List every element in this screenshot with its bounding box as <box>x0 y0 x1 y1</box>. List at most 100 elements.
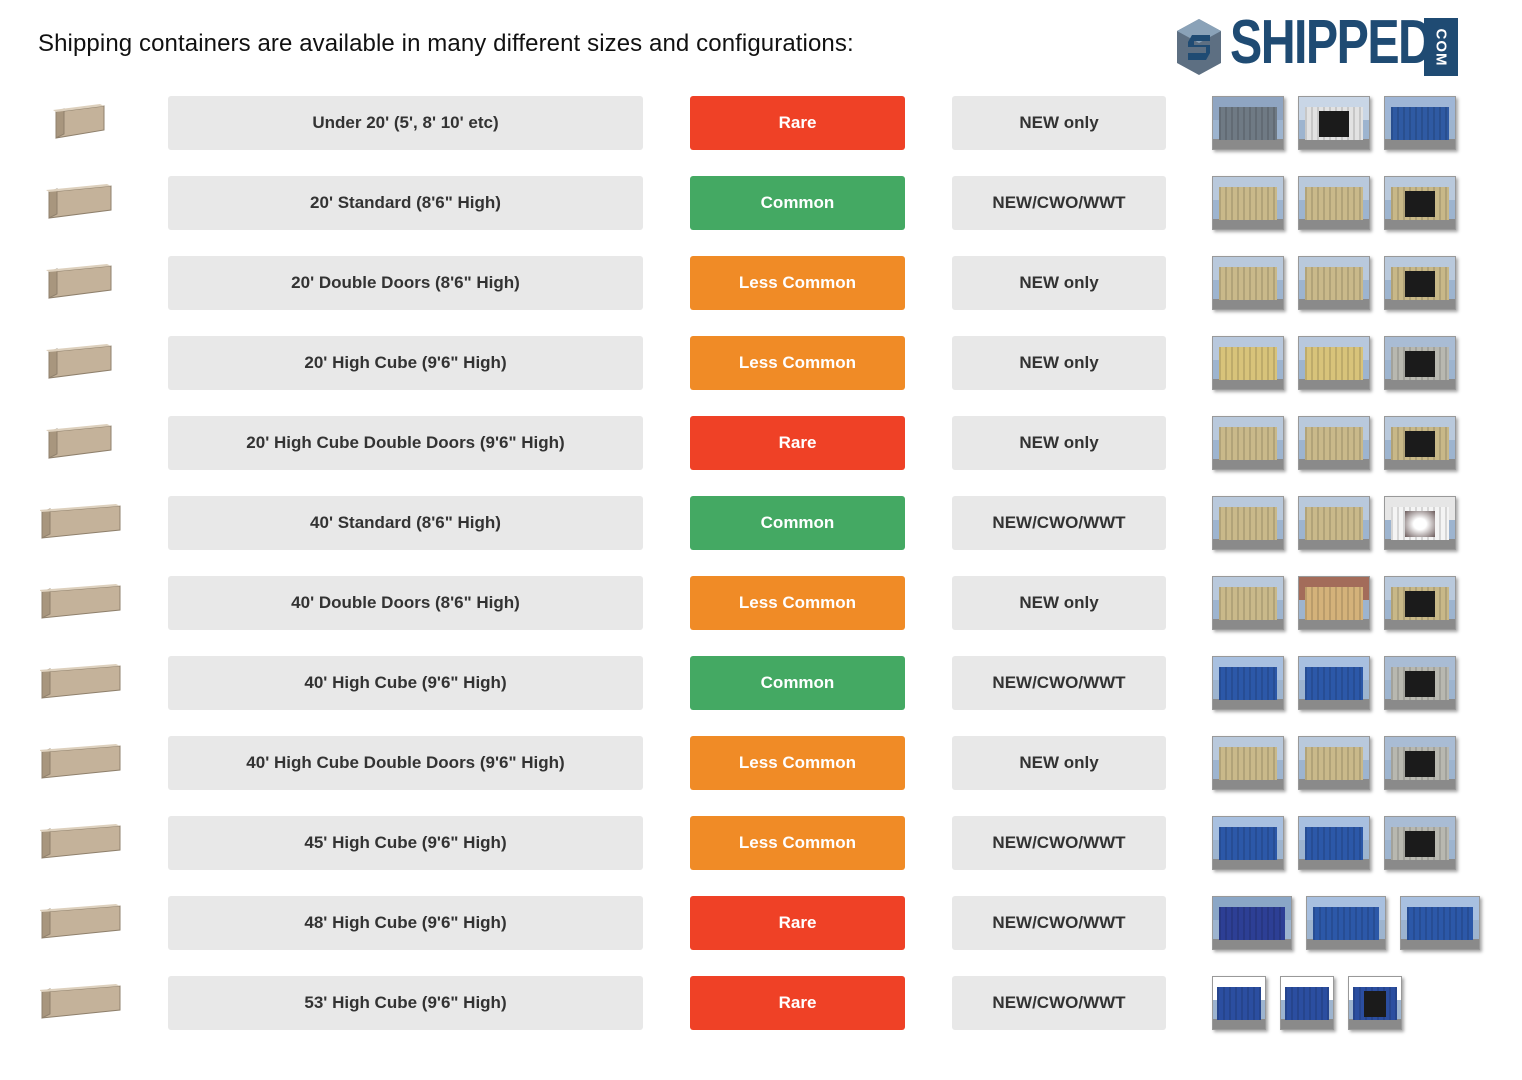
container-photo[interactable] <box>1298 496 1370 550</box>
20ft-container-icon <box>40 418 124 468</box>
table-row: 40' Double Doors (8'6" High) Less Common N… <box>0 576 1522 630</box>
container-photo[interactable] <box>1212 416 1284 470</box>
container-photo[interactable] <box>1212 976 1266 1030</box>
size-label: 40' Double Doors (8'6" High) <box>168 576 643 630</box>
table-row: 20' Double Doors (8'6" High) Less Common N… <box>0 256 1522 310</box>
size-label: 40' High Cube Double Doors (9'6" High) <box>168 736 643 790</box>
container-photo[interactable] <box>1384 256 1456 310</box>
container-photo[interactable] <box>1212 96 1284 150</box>
container-photo[interactable] <box>1212 256 1284 310</box>
container-photo[interactable] <box>1298 96 1370 150</box>
availability-badge: Less Common <box>690 736 905 790</box>
40ft-container-icon <box>39 978 124 1028</box>
availability-badge: Rare <box>690 976 905 1030</box>
availability-badge: Less Common <box>690 336 905 390</box>
container-photo[interactable] <box>1298 736 1370 790</box>
condition-label: NEW only <box>952 336 1166 390</box>
container-photo[interactable] <box>1212 656 1284 710</box>
size-label: 45' High Cube (9'6" High) <box>168 816 643 870</box>
20ft-container-icon <box>40 258 124 308</box>
container-photo[interactable] <box>1384 416 1456 470</box>
condition-label: NEW/CWO/WWT <box>952 496 1166 550</box>
condition-label: NEW/CWO/WWT <box>952 976 1166 1030</box>
40ft-container-icon <box>39 898 124 948</box>
container-photo[interactable] <box>1384 816 1456 870</box>
page-heading: Shipping containers are available in man… <box>38 30 854 57</box>
condition-label: NEW/CWO/WWT <box>952 176 1166 230</box>
container-photo[interactable] <box>1280 976 1334 1030</box>
table-row: 20' High Cube Double Doors (9'6" High) Ra… <box>0 416 1522 470</box>
container-photo[interactable] <box>1298 256 1370 310</box>
container-photo[interactable] <box>1298 816 1370 870</box>
40ft-container-icon <box>39 658 124 708</box>
size-label: 20' High Cube Double Doors (9'6" High) <box>168 416 643 470</box>
container-photo[interactable] <box>1400 896 1480 950</box>
availability-badge: Common <box>690 496 905 550</box>
container-photo[interactable] <box>1298 576 1370 630</box>
table-row: 40' High Cube (9'6" High) Common NEW/CWO/W… <box>0 656 1522 710</box>
table-row: Under 20' (5', 8' 10' etc) Rare NEW only <box>0 96 1522 150</box>
size-label: 20' Double Doors (8'6" High) <box>168 256 643 310</box>
availability-badge: Rare <box>690 96 905 150</box>
table-row: 40' Standard (8'6" High) Common NEW/CWO/WW… <box>0 496 1522 550</box>
container-photo[interactable] <box>1384 176 1456 230</box>
size-label: 53' High Cube (9'6" High) <box>168 976 643 1030</box>
20ft-container-icon <box>40 338 124 388</box>
size-label: 40' High Cube (9'6" High) <box>168 656 643 710</box>
size-label: Under 20' (5', 8' 10' etc) <box>168 96 643 150</box>
table-row: 53' High Cube (9'6" High) Rare NEW/CWO/WWT <box>0 976 1522 1030</box>
40ft-container-icon <box>39 578 124 628</box>
container-photo[interactable] <box>1384 96 1456 150</box>
container-photo[interactable] <box>1306 896 1386 950</box>
availability-badge: Less Common <box>690 816 905 870</box>
container-photo[interactable] <box>1212 176 1284 230</box>
availability-badge: Common <box>690 176 905 230</box>
container-photo[interactable] <box>1298 336 1370 390</box>
condition-label: NEW only <box>952 416 1166 470</box>
container-photo[interactable] <box>1298 416 1370 470</box>
availability-badge: Rare <box>690 416 905 470</box>
condition-label: NEW only <box>952 256 1166 310</box>
container-photo[interactable] <box>1212 336 1284 390</box>
condition-label: NEW/CWO/WWT <box>952 896 1166 950</box>
table-row: 20' High Cube (9'6" High) Less Common NEW … <box>0 336 1522 390</box>
logo-wordmark: SHIPPED <box>1230 8 1433 77</box>
container-photo[interactable] <box>1384 576 1456 630</box>
40ft-container-icon <box>39 818 124 868</box>
availability-badge: Common <box>690 656 905 710</box>
container-photo[interactable] <box>1212 896 1292 950</box>
container-photo[interactable] <box>1298 176 1370 230</box>
container-photo[interactable] <box>1212 576 1284 630</box>
condition-label: NEW only <box>952 576 1166 630</box>
container-photo[interactable] <box>1348 976 1402 1030</box>
shipped-logo[interactable]: SHIPPED COM <box>1174 12 1464 78</box>
logo-com-badge: COM <box>1424 18 1458 76</box>
container-photo[interactable] <box>1384 496 1456 550</box>
condition-label: NEW only <box>952 96 1166 150</box>
40ft-container-icon <box>39 498 124 548</box>
table-row: 40' High Cube Double Doors (9'6" High) Le… <box>0 736 1522 790</box>
container-photo[interactable] <box>1298 656 1370 710</box>
container-photo[interactable] <box>1212 736 1284 790</box>
container-photo[interactable] <box>1384 736 1456 790</box>
table-row: 48' High Cube (9'6" High) Rare NEW/CWO/WWT <box>0 896 1522 950</box>
table-row: 45' High Cube (9'6" High) Less Common NEW/… <box>0 816 1522 870</box>
condition-label: NEW/CWO/WWT <box>952 656 1166 710</box>
container-photo[interactable] <box>1212 496 1284 550</box>
container-photo[interactable] <box>1384 656 1456 710</box>
short-container-icon <box>40 98 124 148</box>
size-label: 40' Standard (8'6" High) <box>168 496 643 550</box>
availability-badge: Less Common <box>690 256 905 310</box>
availability-badge: Less Common <box>690 576 905 630</box>
availability-badge: Rare <box>690 896 905 950</box>
size-label: 48' High Cube (9'6" High) <box>168 896 643 950</box>
20ft-container-icon <box>40 178 124 228</box>
container-photo[interactable] <box>1212 816 1284 870</box>
size-label: 20' Standard (8'6" High) <box>168 176 643 230</box>
condition-label: NEW/CWO/WWT <box>952 816 1166 870</box>
40ft-container-icon <box>39 738 124 788</box>
container-photo[interactable] <box>1384 336 1456 390</box>
table-row: 20' Standard (8'6" High) Common NEW/CWO/WW… <box>0 176 1522 230</box>
condition-label: NEW only <box>952 736 1166 790</box>
shipped-logo-icon <box>1177 19 1221 75</box>
